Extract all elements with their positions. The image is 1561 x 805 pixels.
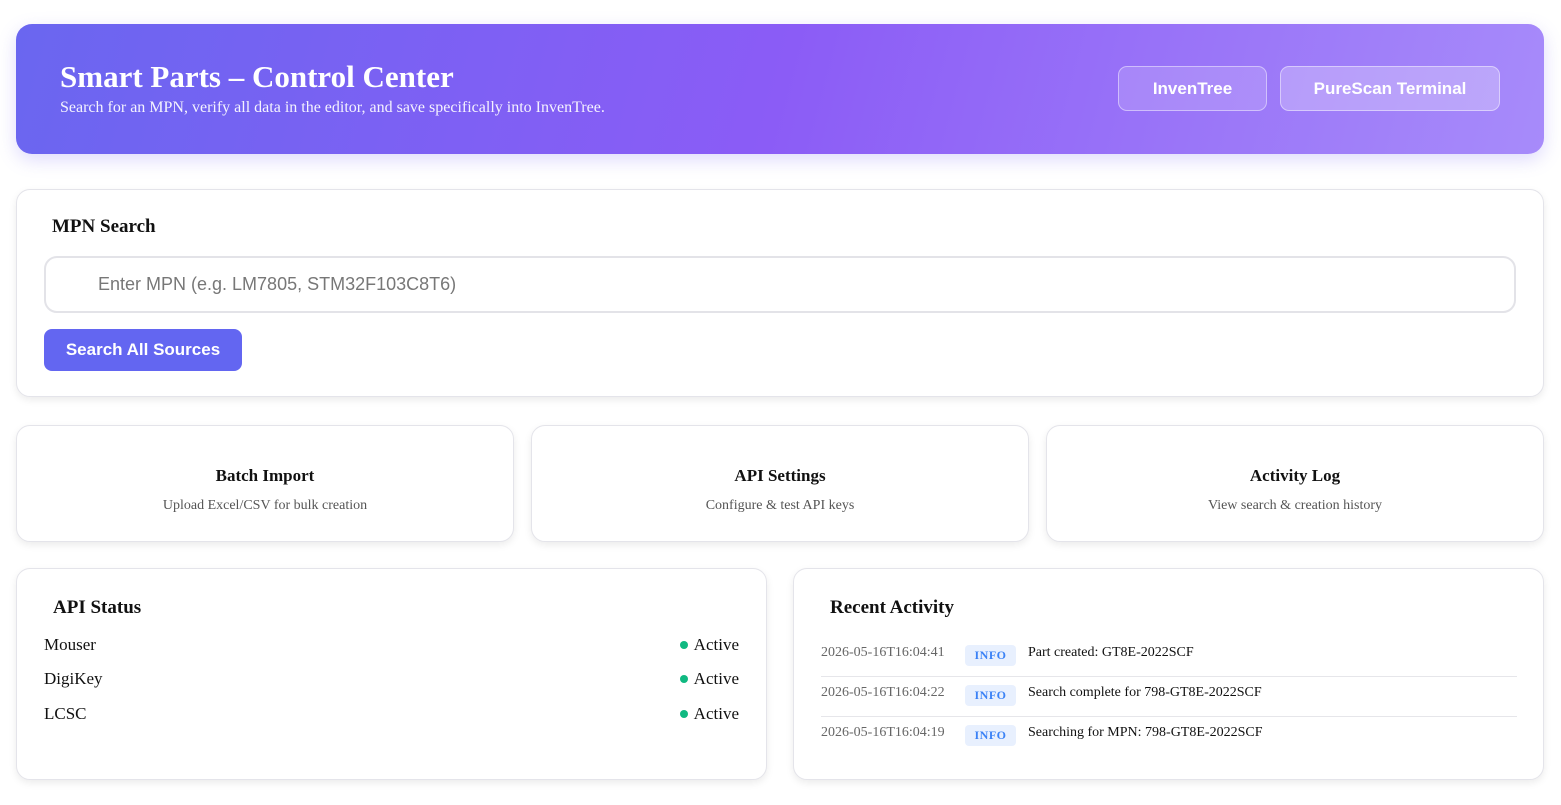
page-title: Smart Parts – Control Center [60, 59, 454, 94]
activity-timestamp: 2026-05-16T16:04:22 [821, 685, 945, 700]
api-status-text: Active [693, 635, 739, 654]
status-dot-icon [679, 675, 688, 683]
header-banner: Smart Parts – Control Center Search for … [16, 24, 1544, 154]
batch-import-description: Upload Excel/CSV for bulk creation [162, 498, 368, 513]
api-status-heading: API Status [53, 597, 142, 618]
api-status-indicator: Active [679, 704, 739, 724]
api-status-row: Mouser Active [44, 635, 739, 659]
log-level-badge: INFO [965, 685, 1016, 706]
activity-message: Searching for MPN: 798-GT8E-2022SCF [1028, 725, 1263, 740]
page-subtitle: Search for an MPN, verify all data in th… [60, 99, 605, 116]
api-status-text: Active [693, 704, 739, 723]
log-level-badge: INFO [965, 725, 1016, 746]
activity-message: Search complete for 798-GT8E-2022SCF [1028, 685, 1262, 700]
mpn-search-heading: MPN Search [52, 216, 156, 237]
activity-entry: 2026-05-16T16:04:19 INFO Searching for M… [821, 717, 1517, 757]
api-status-row: LCSC Active [44, 704, 739, 728]
api-status-card: API Status Mouser Active DigiKey Active … [16, 568, 767, 780]
status-dot-icon [679, 710, 688, 718]
api-status-indicator: Active [679, 635, 739, 655]
api-status-row: DigiKey Active [44, 669, 739, 693]
activity-log-tile[interactable]: Activity Log View search & creation hist… [1046, 425, 1544, 542]
recent-activity-heading: Recent Activity [830, 597, 954, 618]
batch-import-title: Batch Import [215, 466, 315, 485]
activity-message: Part created: GT8E-2022SCF [1028, 645, 1194, 660]
activity-entry: 2026-05-16T16:04:22 INFO Search complete… [821, 677, 1517, 717]
status-dot-icon [679, 641, 688, 649]
api-status-indicator: Active [679, 669, 739, 689]
activity-log-description: View search & creation history [1207, 498, 1383, 513]
log-level-badge: INFO [965, 645, 1016, 666]
batch-import-tile[interactable]: Batch Import Upload Excel/CSV for bulk c… [16, 425, 514, 542]
activity-log-title: Activity Log [1249, 466, 1341, 485]
api-status-text: Active [693, 669, 739, 688]
inventree-button[interactable]: InvenTree [1118, 66, 1267, 111]
api-settings-title: API Settings [734, 466, 826, 485]
activity-timestamp: 2026-05-16T16:04:41 [821, 645, 945, 660]
api-settings-description: Configure & test API keys [705, 498, 855, 513]
api-source-name: Mouser [44, 635, 96, 654]
activity-entry: 2026-05-16T16:04:41 INFO Part created: G… [821, 637, 1517, 677]
api-source-name: LCSC [44, 704, 87, 723]
purescan-terminal-button[interactable]: PureScan Terminal [1280, 66, 1500, 111]
api-settings-tile[interactable]: API Settings Configure & test API keys [531, 425, 1029, 542]
activity-timestamp: 2026-05-16T16:04:19 [821, 725, 945, 740]
recent-activity-card: Recent Activity 2026-05-16T16:04:41 INFO… [793, 568, 1544, 780]
api-source-name: DigiKey [44, 669, 103, 688]
search-all-sources-button[interactable]: Search All Sources [44, 329, 242, 371]
mpn-search-card: MPN Search Search All Sources [16, 189, 1544, 397]
mpn-search-input[interactable] [44, 256, 1516, 313]
